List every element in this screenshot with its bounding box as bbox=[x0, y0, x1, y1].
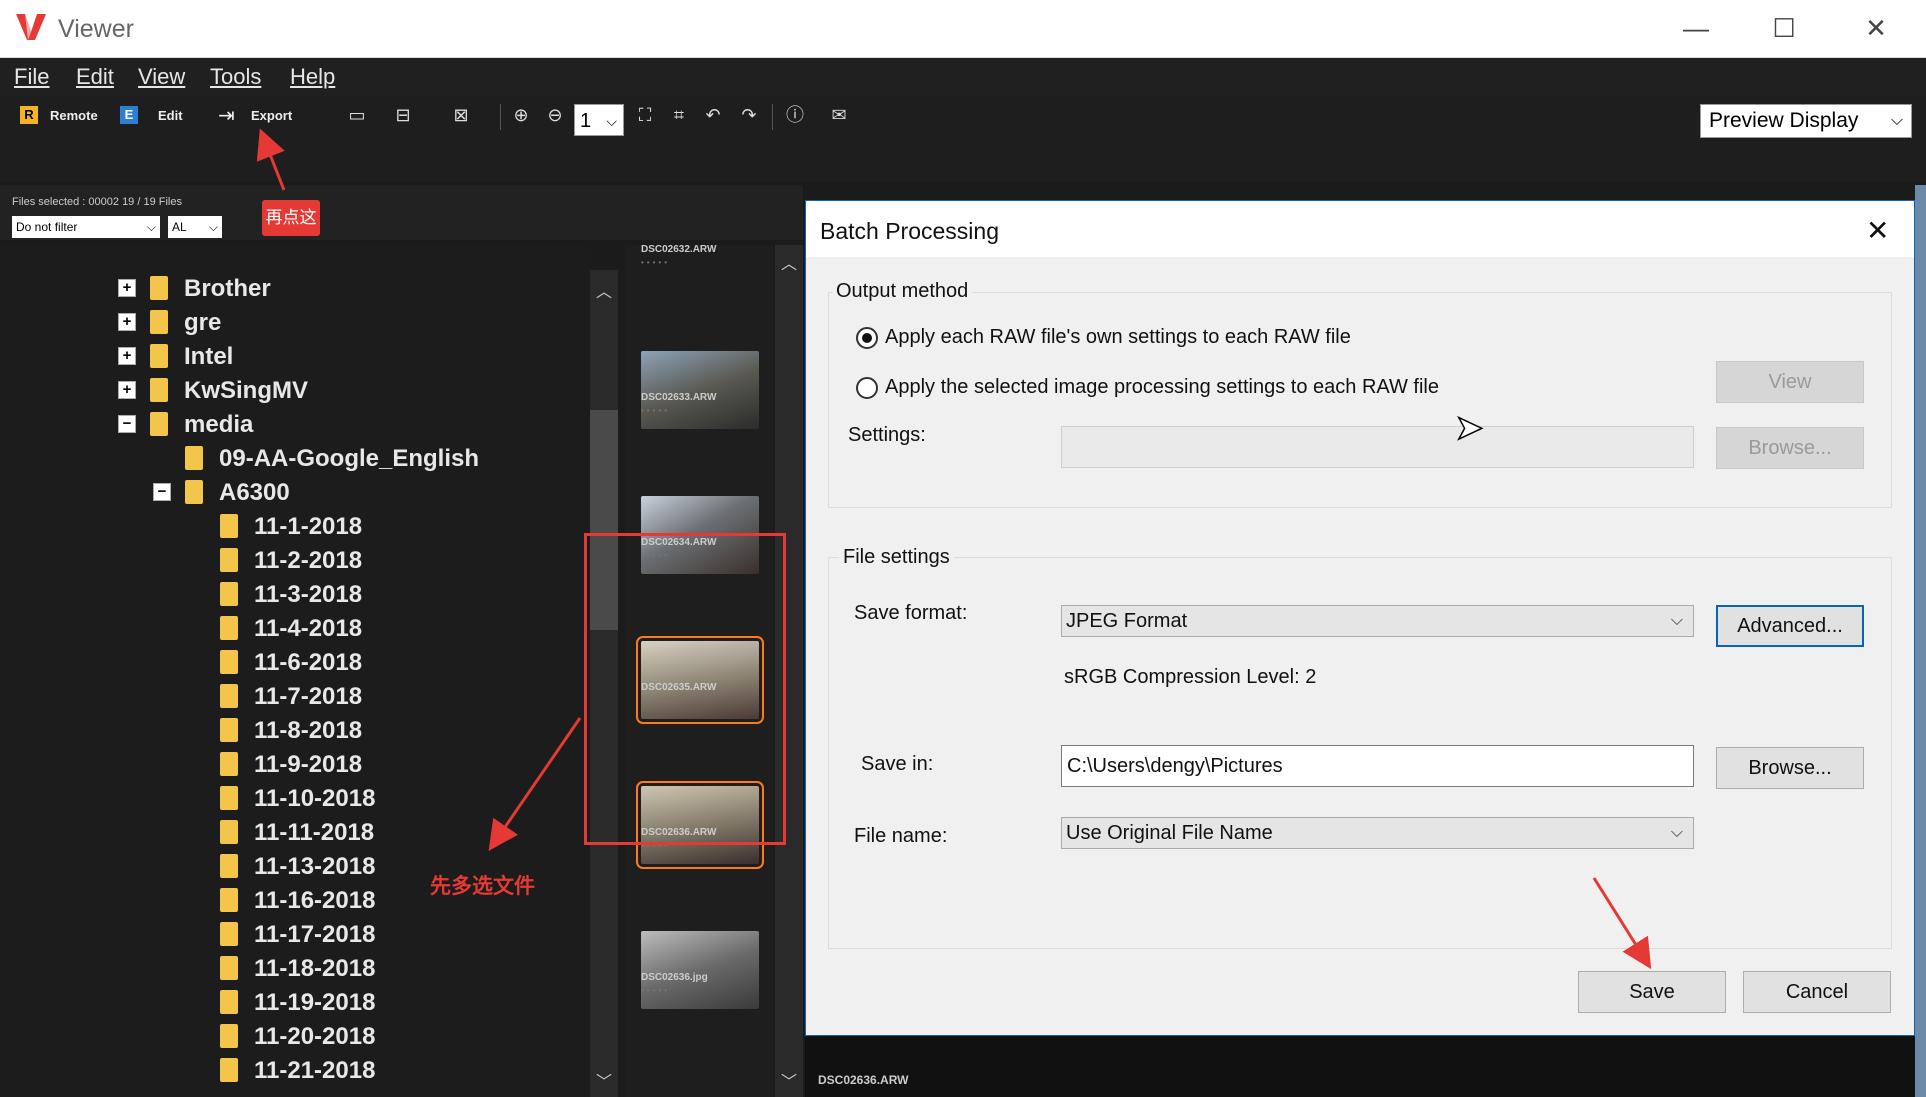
annotation-arrows bbox=[256, 128, 1652, 970]
save-arrow bbox=[1592, 877, 1652, 970]
export-arrow bbox=[256, 128, 286, 191]
multi-select-arrow bbox=[488, 717, 582, 851]
